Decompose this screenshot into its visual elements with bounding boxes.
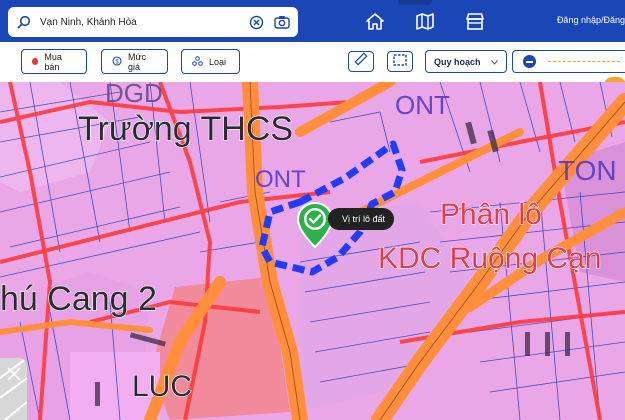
lot-location-tooltip: Vị trí lô đất (328, 208, 395, 230)
active-nav-indicator (398, 0, 432, 5)
main-nav (360, 9, 490, 33)
map-label-ont-mid: ONT (255, 166, 306, 193)
chevron-down-icon (491, 57, 498, 67)
price-tag-icon: $ (112, 55, 122, 68)
map-label-phan-lo: Phân lô (440, 198, 542, 231)
home-icon[interactable] (360, 9, 390, 33)
map-label-school: Trường THCS (78, 110, 293, 148)
map-canvas: DGD Trường THCS ONT ONT TON Phân lô KDC … (0, 82, 625, 420)
opacity-control (512, 50, 625, 73)
map-label-phu-cang: hú Cang 2 (0, 280, 157, 318)
price-filter-button[interactable]: $ Mức giá (101, 49, 168, 74)
select-area-icon (393, 53, 407, 71)
camera-icon[interactable] (272, 12, 292, 32)
opacity-slider[interactable] (548, 61, 620, 62)
basemap-thumbnail[interactable] (0, 358, 27, 420)
search-icon[interactable] (14, 12, 34, 32)
layer-select[interactable]: Quy hoạch (425, 50, 507, 73)
ruler-icon (354, 52, 368, 71)
map-icon[interactable] (410, 9, 440, 33)
layer-select-value: Quy hoạch (434, 56, 481, 67)
type-label: Loại (209, 56, 227, 67)
map-label-dgd: DGD (105, 82, 163, 108)
store-icon[interactable] (460, 9, 490, 33)
filter-bar: Mua bán $ Mức giá Loại Quy hoạch 32 (0, 42, 625, 94)
type-filter-button[interactable]: Loại (181, 49, 240, 74)
map-label-ton: TON (558, 155, 617, 186)
map-label-ont-top: ONT (395, 90, 450, 120)
category-icon (192, 55, 203, 68)
ruler-tool-button[interactable] (348, 51, 374, 72)
status-dot-icon (32, 58, 39, 65)
search-box[interactable]: Vạn Ninh, Khánh Hòa (8, 7, 298, 37)
select-area-tool-button[interactable] (387, 51, 413, 72)
buy-sell-filter-button[interactable]: Mua bán (21, 49, 87, 74)
search-input[interactable]: Vạn Ninh, Khánh Hòa (40, 17, 246, 28)
top-bar: Vạn Ninh, Khánh Hòa Đăng nhập/Đăng (0, 0, 625, 42)
map-label-kdc: KDC Ruộng Cạn (378, 242, 601, 275)
login-link[interactable]: Đăng nhập/Đăng (557, 15, 625, 25)
map-label-luc: LUC (132, 370, 192, 403)
clear-icon[interactable] (246, 12, 266, 32)
price-label: Mức giá (128, 51, 147, 72)
minus-icon[interactable] (523, 55, 536, 68)
map-view[interactable]: DGD Trường THCS ONT ONT TON Phân lô KDC … (0, 82, 625, 420)
location-pin-icon[interactable] (296, 201, 334, 249)
buy-sell-label: Mua bán (44, 51, 62, 72)
